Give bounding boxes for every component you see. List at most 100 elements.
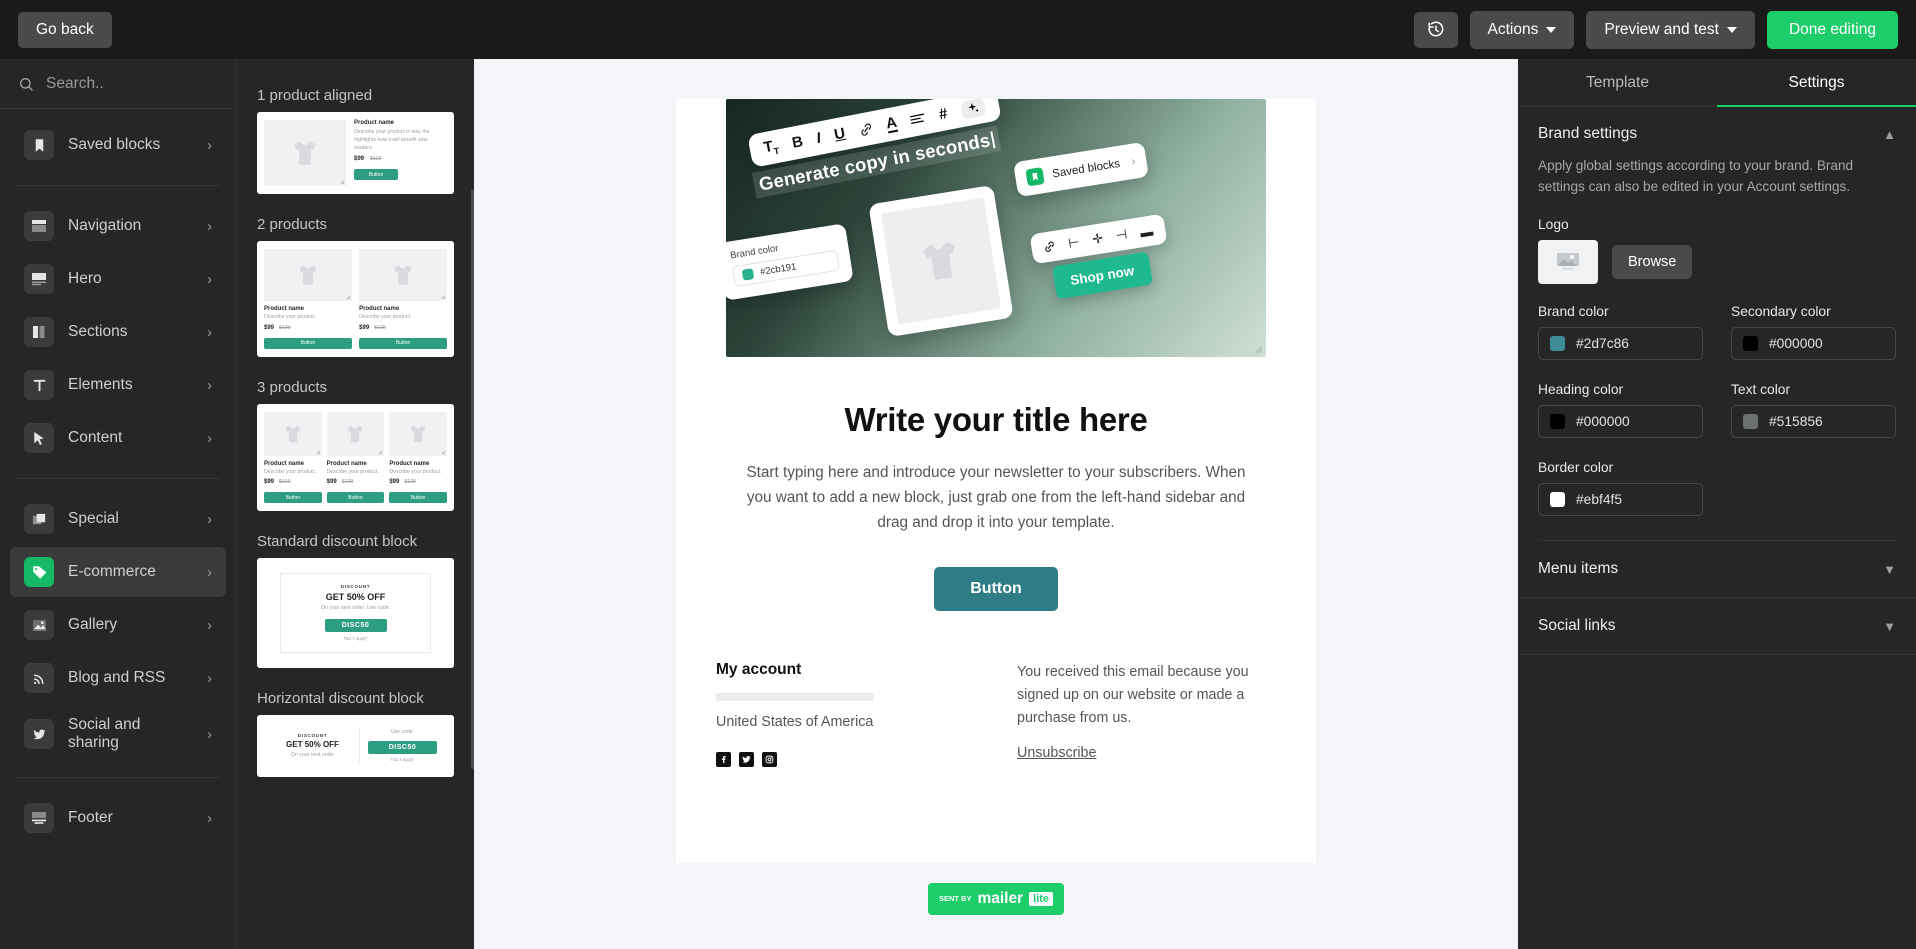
sidebar-item-navigation[interactable]: Navigation › [10,201,226,251]
sidebar-item-content[interactable]: Content › [10,413,226,463]
hero-resize-handle[interactable] [1254,345,1262,353]
tshirt-icon [347,425,363,442]
logo-row: Browse [1538,240,1896,285]
hero-saved-blocks-label: Saved blocks [1051,157,1121,180]
sidebar-item-saved-blocks[interactable]: Saved blocks › [10,120,226,170]
color-swatch-icon[interactable] [1550,492,1565,508]
sidebar-item-e-commerce[interactable]: E-commerce › [10,547,226,597]
discount-code-button: DISC50 [324,618,387,632]
tab-template[interactable]: Template [1518,59,1717,106]
twitter-icon[interactable] [739,751,754,767]
discount-terms: T&C's apply* [390,757,415,763]
sidebar-item-sections[interactable]: Sections › [10,307,226,357]
color-input[interactable]: #2d7c86 [1538,327,1703,361]
block-section-title: 3 products [257,378,328,396]
chevron-right-icon: › [207,616,212,634]
color-setting-border-color: Border color #ebf4f5 [1538,440,1703,518]
align-center-icon: ✛ [1091,230,1105,247]
color-swatch-icon[interactable] [1743,414,1758,430]
email-cta-button[interactable]: Button [934,566,1058,611]
actions-dropdown-button[interactable]: Actions [1469,10,1575,49]
block-section-title: Standard discount block [257,533,418,551]
discount-inner: DISCOUNT GET 50% OFF On your next order Use… [274,729,437,764]
email-body-text[interactable]: Start typing here and introduce your new… [746,461,1246,536]
discount-subtext: On your next order. Use code: [320,605,391,612]
hero-brand-color-card: Brand color #2cb191 [726,223,854,301]
block-thumbnail[interactable]: DISCOUNT GET 50% OFF On your next order Use… [257,715,454,778]
navigation-block-icon [24,211,54,241]
color-value: #515856 [1769,414,1823,430]
settings-collapsed-sections: Menu items ▼ Social links ▼ [1518,541,1916,656]
chevron-right-icon: › [207,136,212,154]
color-input[interactable]: #515856 [1731,405,1896,439]
go-back-button[interactable]: Go back [18,11,112,48]
browse-logo-button[interactable]: Browse [1612,245,1693,280]
product-image [264,249,352,301]
product-old-price: $129 [279,479,291,486]
block-list: 1 product aligned Product name Describe yo… [237,73,474,778]
color-value: #ebf4f5 [1576,492,1623,508]
logo-label: Logo [1538,217,1569,233]
search-row[interactable] [0,67,236,109]
color-input[interactable]: #000000 [1731,327,1896,361]
logo-preview[interactable] [1538,240,1598,285]
font-size-icon: TT [762,137,781,157]
sidebar-item-blog-and-rss[interactable]: Blog and RSS › [10,653,226,703]
hero-image[interactable]: TT B I U A # Generate copy in seconds Br… [726,99,1266,357]
block-thumbnail[interactable]: Product name Describe your product. $99 $12… [257,403,454,512]
email-footer-social-links [716,751,975,767]
tab-settings[interactable]: Settings [1717,59,1916,107]
sparkle-ai-icon [959,99,987,120]
sidebar-item-social-and-sharing[interactable]: Social and sharing › [10,706,226,762]
bookmark-icon [24,130,54,160]
sidebar-item-elements[interactable]: Elements › [10,360,226,410]
product-price: $99 [264,479,275,486]
settings-section-social-links[interactable]: Social links ▼ [1518,598,1916,656]
sidebar-item-label: Navigation [68,217,142,234]
product-old-price: $129 [404,479,416,486]
color-swatch-icon[interactable] [1550,336,1565,352]
text-color-icon: A [884,113,899,134]
email-footer-reason-column: You received this email because you sign… [1017,661,1276,767]
image-icon [24,610,54,640]
color-swatch-icon[interactable] [1743,336,1758,352]
preview-and-test-button[interactable]: Preview and test [1586,10,1755,49]
sent-by-badge[interactable]: SENT BY mailer lite [927,883,1065,915]
sidebar-item-label: Content [68,429,123,446]
settings-section-menu-items[interactable]: Menu items ▼ [1518,541,1916,599]
sent-by-label: SENT BY [938,893,972,903]
product-name: Product name [326,460,367,467]
search-input[interactable] [46,74,206,93]
product-description: Describe your product. [264,314,317,320]
sidebar-item-special[interactable]: Special › [10,494,226,544]
brand-settings-header[interactable]: Brand settings ▲ [1538,125,1896,143]
sidebar-item-footer[interactable]: Footer › [10,793,226,843]
unsubscribe-link[interactable]: Unsubscribe [1017,745,1096,761]
block-thumbnail[interactable]: DISCOUNT GET 50% OFF On your next order. U… [257,558,454,669]
color-input[interactable]: #ebf4f5 [1538,483,1703,517]
discount-use-code: Use code: [390,729,415,736]
product-old-price: $129 [341,479,354,486]
sidebar-item-hero[interactable]: Hero › [10,254,226,304]
email-title[interactable]: Write your title here [676,401,1316,439]
color-swatch-icon[interactable] [1550,414,1565,430]
email-canvas: TT B I U A # Generate copy in seconds Br… [474,59,1518,949]
section-label: Social links [1538,617,1616,635]
product-name: Product name [389,460,430,467]
product-button: Button [264,492,322,504]
facebook-icon[interactable] [716,751,731,767]
instagram-icon[interactable] [762,751,777,767]
product-description: Describe your product. [326,468,379,475]
product-button: Button [264,337,352,349]
block-thumbnail[interactable]: Product name Describe your product. $99 $12… [257,241,454,357]
sidebar-item-gallery[interactable]: Gallery › [10,600,226,650]
chevron-down-icon [1546,26,1557,33]
discount-eyebrow: DISCOUNT [340,584,371,590]
sidebar-group-0: Saved blocks › [0,109,236,181]
done-editing-button[interactable]: Done editing [1766,10,1898,49]
color-input[interactable]: #000000 [1538,405,1703,439]
product-name: Product name [264,306,305,312]
history-button[interactable] [1413,11,1458,48]
block-thumbnail[interactable]: Product name Describe your product in way… [257,112,454,194]
product-old-price: $129 [279,324,291,331]
